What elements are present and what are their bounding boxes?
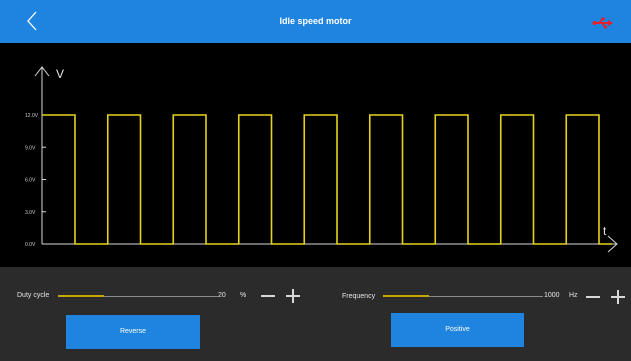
duty-cycle-unit: %	[240, 292, 247, 299]
page-title: Idle speed motor	[279, 16, 352, 26]
frequency-slider[interactable]	[383, 291, 543, 301]
duty-cycle-slider[interactable]	[58, 291, 218, 301]
y-tick-label: 0.0V	[25, 242, 36, 248]
frequency-unit: Hz	[569, 292, 578, 299]
frequency-value: 1000	[544, 292, 560, 299]
positive-button[interactable]: Positive	[391, 313, 524, 347]
title-bar: Idle speed motor	[0, 0, 631, 43]
duty-cycle-fill	[58, 295, 104, 297]
frequency-plus-button[interactable]	[611, 290, 625, 304]
frequency-minus-button[interactable]	[586, 296, 600, 298]
y-tick-label: 6.0V	[25, 178, 36, 184]
y-axis-label: V	[56, 67, 64, 81]
y-tick-label: 12.0V	[25, 113, 39, 119]
frequency-label: Frequency	[342, 293, 376, 300]
usb-icon	[592, 16, 614, 29]
waveform-chart: V t 12.0V 9.0V 6.0V 3.0V 0.0V	[25, 66, 618, 253]
control-panel: Duty cycle 20 % Frequency 1000 Hz Revers…	[0, 267, 631, 361]
duty-plus-button[interactable]	[286, 289, 300, 303]
frequency-fill	[383, 295, 429, 297]
stray-text: r	[0, 195, 3, 210]
duty-cycle-value: 20	[218, 292, 226, 299]
duty-cycle-label: Duty cycle	[17, 292, 50, 299]
waveform-series	[42, 114, 612, 245]
reverse-button[interactable]: Reverse	[66, 315, 200, 349]
oscilloscope-panel: V t 12.0V 9.0V 6.0V 3.0V 0.0V r	[0, 43, 631, 267]
y-tick-label: 9.0V	[25, 145, 36, 151]
y-tick-label: 3.0V	[25, 210, 36, 216]
x-axis-label: t	[603, 224, 607, 238]
duty-minus-button[interactable]	[261, 295, 275, 297]
